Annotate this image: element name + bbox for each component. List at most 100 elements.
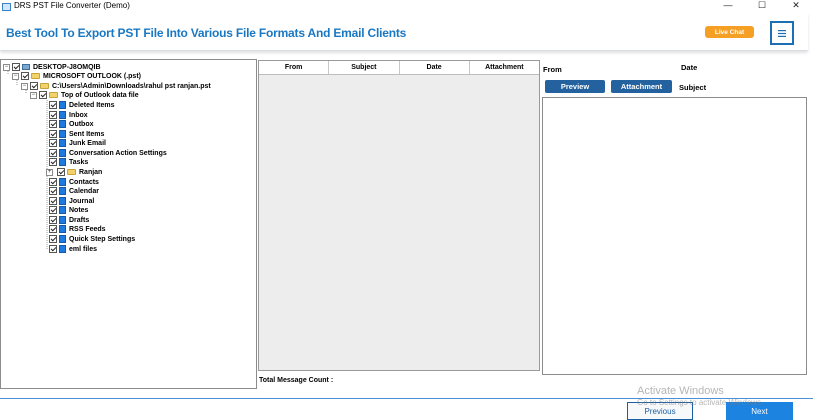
minimize-button[interactable]: — [711, 0, 745, 11]
tree-folder-label: Drafts [69, 216, 90, 224]
tree-checkbox[interactable] [49, 139, 57, 147]
tree-folder-item[interactable]: Outbox [49, 119, 94, 129]
column-header-from[interactable]: From [259, 61, 330, 74]
folder-icon [31, 73, 40, 79]
folder-file-icon [59, 245, 66, 253]
folder-file-icon [59, 158, 66, 166]
preview-panel: From Date Preview Attachment Subject [541, 60, 807, 375]
tree-folder-label: Outbox [69, 120, 94, 128]
collapse-icon[interactable]: − [12, 72, 19, 80]
tree-checkbox[interactable] [49, 225, 57, 233]
column-header-attachment[interactable]: Attachment [470, 61, 539, 74]
window-title: DRS PST File Converter (Demo) [14, 1, 130, 10]
tree-folder-item[interactable]: Calendar [49, 186, 99, 196]
preview-date-label: Date [681, 63, 698, 72]
tree-checkbox[interactable] [49, 149, 57, 157]
tree-checkbox[interactable] [49, 178, 57, 186]
tree-checkbox[interactable] [39, 91, 47, 99]
folder-file-icon [59, 197, 66, 205]
tree-folder-label: Inbox [69, 111, 88, 119]
tree-checkbox[interactable] [49, 120, 57, 128]
tree-node-label: DESKTOP-J8OMQIB [33, 63, 101, 71]
watermark-title: Activate Windows [637, 385, 724, 397]
preview-subject-label: Subject [679, 83, 707, 92]
tree-folder-item[interactable]: Tasks [49, 157, 88, 167]
app-header: Best Tool To Export PST File Into Variou… [0, 13, 808, 51]
tree-folder-item[interactable]: Deleted Items [49, 100, 115, 110]
tree-checkbox[interactable] [57, 168, 65, 176]
tree-checkbox[interactable] [49, 235, 57, 243]
tree-folder-label: Calendar [69, 187, 99, 195]
tree-checkbox[interactable] [12, 63, 20, 71]
tree-folder-label: eml files [69, 245, 98, 253]
tree-folder-label: Journal [69, 197, 95, 205]
column-header-subject[interactable]: Subject [329, 61, 400, 74]
tree-folder-label: Sent Items [69, 130, 105, 138]
tree-folder-label: Contacts [69, 178, 99, 186]
maximize-button[interactable]: ☐ [745, 0, 779, 11]
computer-icon [22, 64, 30, 70]
expand-icon[interactable]: + [46, 168, 53, 176]
tree-folder-item[interactable]: eml files [49, 244, 97, 254]
folder-file-icon [59, 187, 66, 195]
attachment-button[interactable]: Attachment [611, 80, 672, 93]
collapse-icon[interactable]: − [3, 63, 10, 71]
next-button[interactable]: Next [726, 402, 793, 420]
tree-node-label: C:\Users\Admin\Downloads\rahul pst ranja… [52, 82, 211, 90]
folder-file-icon [59, 216, 66, 224]
tree-node-label: Top of Outlook data file [61, 91, 139, 99]
app-icon [2, 2, 11, 11]
tree-checkbox[interactable] [21, 72, 29, 80]
tree-checkbox[interactable] [49, 111, 57, 119]
tree-checkbox[interactable] [49, 101, 57, 109]
tree-folder-label: Quick Step Settings [69, 235, 136, 243]
folder-file-icon [59, 225, 66, 233]
folder-file-icon [59, 149, 66, 157]
tree-folder-item[interactable]: RSS Feeds [49, 224, 106, 234]
folder-file-icon [59, 130, 66, 138]
tree-checkbox[interactable] [49, 216, 57, 224]
tree-node-top[interactable]: − Top of Outlook data file [30, 90, 139, 100]
folder-file-icon [59, 101, 66, 109]
folder-file-icon [59, 206, 66, 214]
folder-file-icon [59, 120, 66, 128]
hamburger-icon [778, 29, 786, 37]
tree-node-store[interactable]: − MICROSOFT OUTLOOK (.pst) [12, 71, 141, 81]
tree-folder-label: Notes [69, 206, 89, 214]
folder-file-icon [59, 139, 66, 147]
folder-tree-panel[interactable]: − DESKTOP-J8OMQIB − MICROSOFT OUTLOOK (.… [0, 59, 257, 389]
tree-folder-item[interactable]: Quick Step Settings [49, 234, 135, 244]
menu-button[interactable] [770, 21, 794, 45]
collapse-icon[interactable]: − [30, 91, 37, 99]
preview-body[interactable] [542, 97, 807, 375]
footer-divider [0, 398, 813, 399]
folder-file-icon [59, 178, 66, 186]
header-title: Best Tool To Export PST File Into Variou… [6, 26, 407, 40]
tree-folder-label: Deleted Items [69, 101, 115, 109]
tree-checkbox[interactable] [49, 206, 57, 214]
tree-checkbox[interactable] [30, 82, 38, 90]
tree-folder-label: Conversation Action Settings [69, 149, 167, 157]
close-button[interactable]: ✕ [779, 0, 813, 11]
folder-icon [67, 169, 76, 175]
folder-file-icon [59, 235, 66, 243]
previous-button[interactable]: Previous [627, 402, 693, 420]
tree-folder-item[interactable]: Junk Email [49, 138, 106, 148]
collapse-icon[interactable]: − [21, 82, 28, 90]
tree-checkbox[interactable] [49, 187, 57, 195]
tree-folder-label: RSS Feeds [69, 225, 106, 233]
tree-folder-item[interactable]: Notes [49, 205, 88, 215]
live-chat-button[interactable]: Live Chat [705, 26, 754, 38]
tree-checkbox[interactable] [49, 197, 57, 205]
message-list-header: From Subject Date Attachment [259, 61, 539, 75]
tree-checkbox[interactable] [49, 245, 57, 253]
window-controls: — ☐ ✕ [711, 0, 813, 11]
folder-icon [49, 92, 58, 98]
tree-folder-label: Junk Email [69, 139, 106, 147]
tree-checkbox[interactable] [49, 158, 57, 166]
tree-folder-item[interactable]: + Ranjan [46, 167, 102, 177]
preview-button[interactable]: Preview [545, 80, 605, 93]
message-list-panel[interactable]: From Subject Date Attachment [258, 60, 540, 371]
column-header-date[interactable]: Date [400, 61, 470, 74]
tree-checkbox[interactable] [49, 130, 57, 138]
